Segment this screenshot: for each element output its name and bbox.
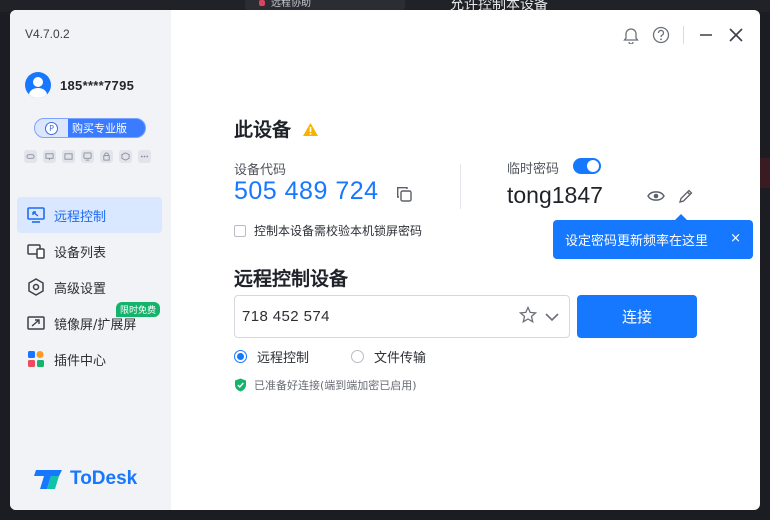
sidebar-item-plugin-center[interactable]: 插件中心	[17, 341, 162, 377]
sidebar-item-label: 插件中心	[54, 353, 107, 369]
device-code-label: 设备代码	[234, 163, 287, 178]
todesk-logo: ToDesk	[34, 467, 137, 491]
sidebar-nav: 远程控制 设备列表 高级设置 镜像屏/扩展屏 限时免费 插件中心	[17, 197, 162, 377]
sidebar-item-mirror-screen[interactable]: 镜像屏/扩展屏 限时免费	[17, 302, 162, 341]
temp-password-toggle[interactable]	[573, 158, 601, 174]
close-icon[interactable]	[726, 25, 746, 45]
copy-icon[interactable]	[396, 186, 412, 206]
remote-control-radio-label[interactable]: 远程控制	[257, 347, 309, 366]
sidebar: V4.7.0.2 185****7795 P 购买专业版 远程控制 设备列表 高…	[10, 10, 171, 510]
sidebar-item-label: 远程控制	[54, 209, 107, 225]
display-icon[interactable]	[43, 150, 56, 163]
feature-icons	[24, 150, 151, 163]
bell-icon[interactable]	[621, 25, 641, 45]
lock-icon[interactable]	[100, 150, 113, 163]
eye-icon[interactable]	[647, 188, 665, 207]
sidebar-item-label: 高级设置	[54, 281, 107, 297]
lock-screen-check-label: 控制本设备需校验本机锁屏密码	[254, 224, 423, 238]
plugin-grid-icon	[26, 349, 46, 369]
free-badge: 限时免费	[116, 302, 161, 317]
image-icon[interactable]	[62, 150, 75, 163]
monitor-remote-icon	[26, 205, 46, 225]
pro-p-icon: P	[45, 121, 58, 135]
window-controls	[611, 25, 746, 45]
status-text: 已准备好连接(端到端加密已启用)	[254, 379, 417, 392]
remote-control-heading: 远程控制设备	[234, 268, 349, 290]
remote-code-value[interactable]: 718 452 574	[242, 308, 519, 325]
title-divider	[683, 26, 684, 44]
sidebar-item-advanced-settings[interactable]: 高级设置	[17, 269, 162, 305]
sidebar-item-label: 设备列表	[54, 245, 107, 261]
more-icon[interactable]	[138, 150, 151, 163]
star-icon[interactable]	[518, 305, 538, 328]
lock-screen-checkbox[interactable]	[234, 224, 246, 237]
buy-pro-label: 购买专业版	[72, 122, 127, 135]
lock-screen-check[interactable]: 控制本设备需校验本机锁屏密码	[234, 222, 422, 239]
main-panel: 此设备 设备代码 505 489 724 临时密码 tong1847 控制本设备…	[171, 10, 760, 510]
edit-pencil-icon[interactable]	[678, 188, 694, 208]
settings-hex-icon	[26, 277, 46, 297]
tooltip-close-icon[interactable]: ×	[730, 231, 741, 246]
minimize-icon[interactable]	[696, 25, 716, 45]
shield-check-icon	[235, 378, 246, 392]
avatar[interactable]	[25, 72, 51, 98]
user-account[interactable]: 185****7795	[25, 72, 134, 98]
buy-pro-button[interactable]: P 购买专业版	[34, 118, 146, 138]
sidebar-item-device-list[interactable]: 设备列表	[17, 233, 162, 269]
temp-password: tong1847	[507, 182, 603, 208]
hexagon-icon[interactable]	[119, 150, 132, 163]
mirror-screen-icon	[26, 313, 46, 333]
devices-icon	[26, 241, 46, 261]
todesk-window: V4.7.0.2 185****7795 P 购买专业版 远程控制 设备列表 高…	[10, 10, 760, 510]
background-tab-label: 远程协助	[271, 0, 311, 9]
version-label: V4.7.0.2	[25, 27, 70, 41]
remote-control-radio[interactable]	[234, 350, 247, 363]
app-dot-icon	[259, 0, 265, 6]
device-code: 505 489 724	[234, 177, 379, 205]
this-device-title: 此设备	[234, 119, 292, 141]
chevron-down-icon[interactable]	[545, 307, 559, 326]
chat-icon[interactable]	[81, 150, 94, 163]
sidebar-item-remote-control[interactable]: 远程控制	[17, 197, 162, 233]
this-device-heading: 此设备	[234, 115, 319, 142]
todesk-logo-icon	[34, 470, 62, 489]
password-frequency-tooltip[interactable]: 设定密码更新频率在这里 ×	[553, 214, 753, 259]
logo-text: ToDesk	[70, 468, 138, 489]
file-transfer-radio[interactable]	[351, 350, 365, 363]
phone-number[interactable]: 185****7795	[60, 78, 134, 93]
warning-icon[interactable]	[302, 122, 319, 137]
mode-selector: 远程控制 文件传输	[234, 347, 426, 366]
section-divider	[460, 164, 461, 209]
temp-password-label: 临时密码	[507, 162, 560, 177]
gamepad-icon[interactable]	[24, 150, 37, 163]
remote-code-input[interactable]: 718 452 574	[234, 295, 570, 338]
connect-button[interactable]: 连接	[577, 295, 697, 338]
help-icon[interactable]	[651, 25, 671, 45]
file-transfer-radio-label[interactable]: 文件传输	[374, 347, 426, 366]
connection-status: 已准备好连接(端到端加密已启用)	[234, 377, 417, 393]
tooltip-text: 设定密码更新频率在这里	[565, 234, 709, 249]
